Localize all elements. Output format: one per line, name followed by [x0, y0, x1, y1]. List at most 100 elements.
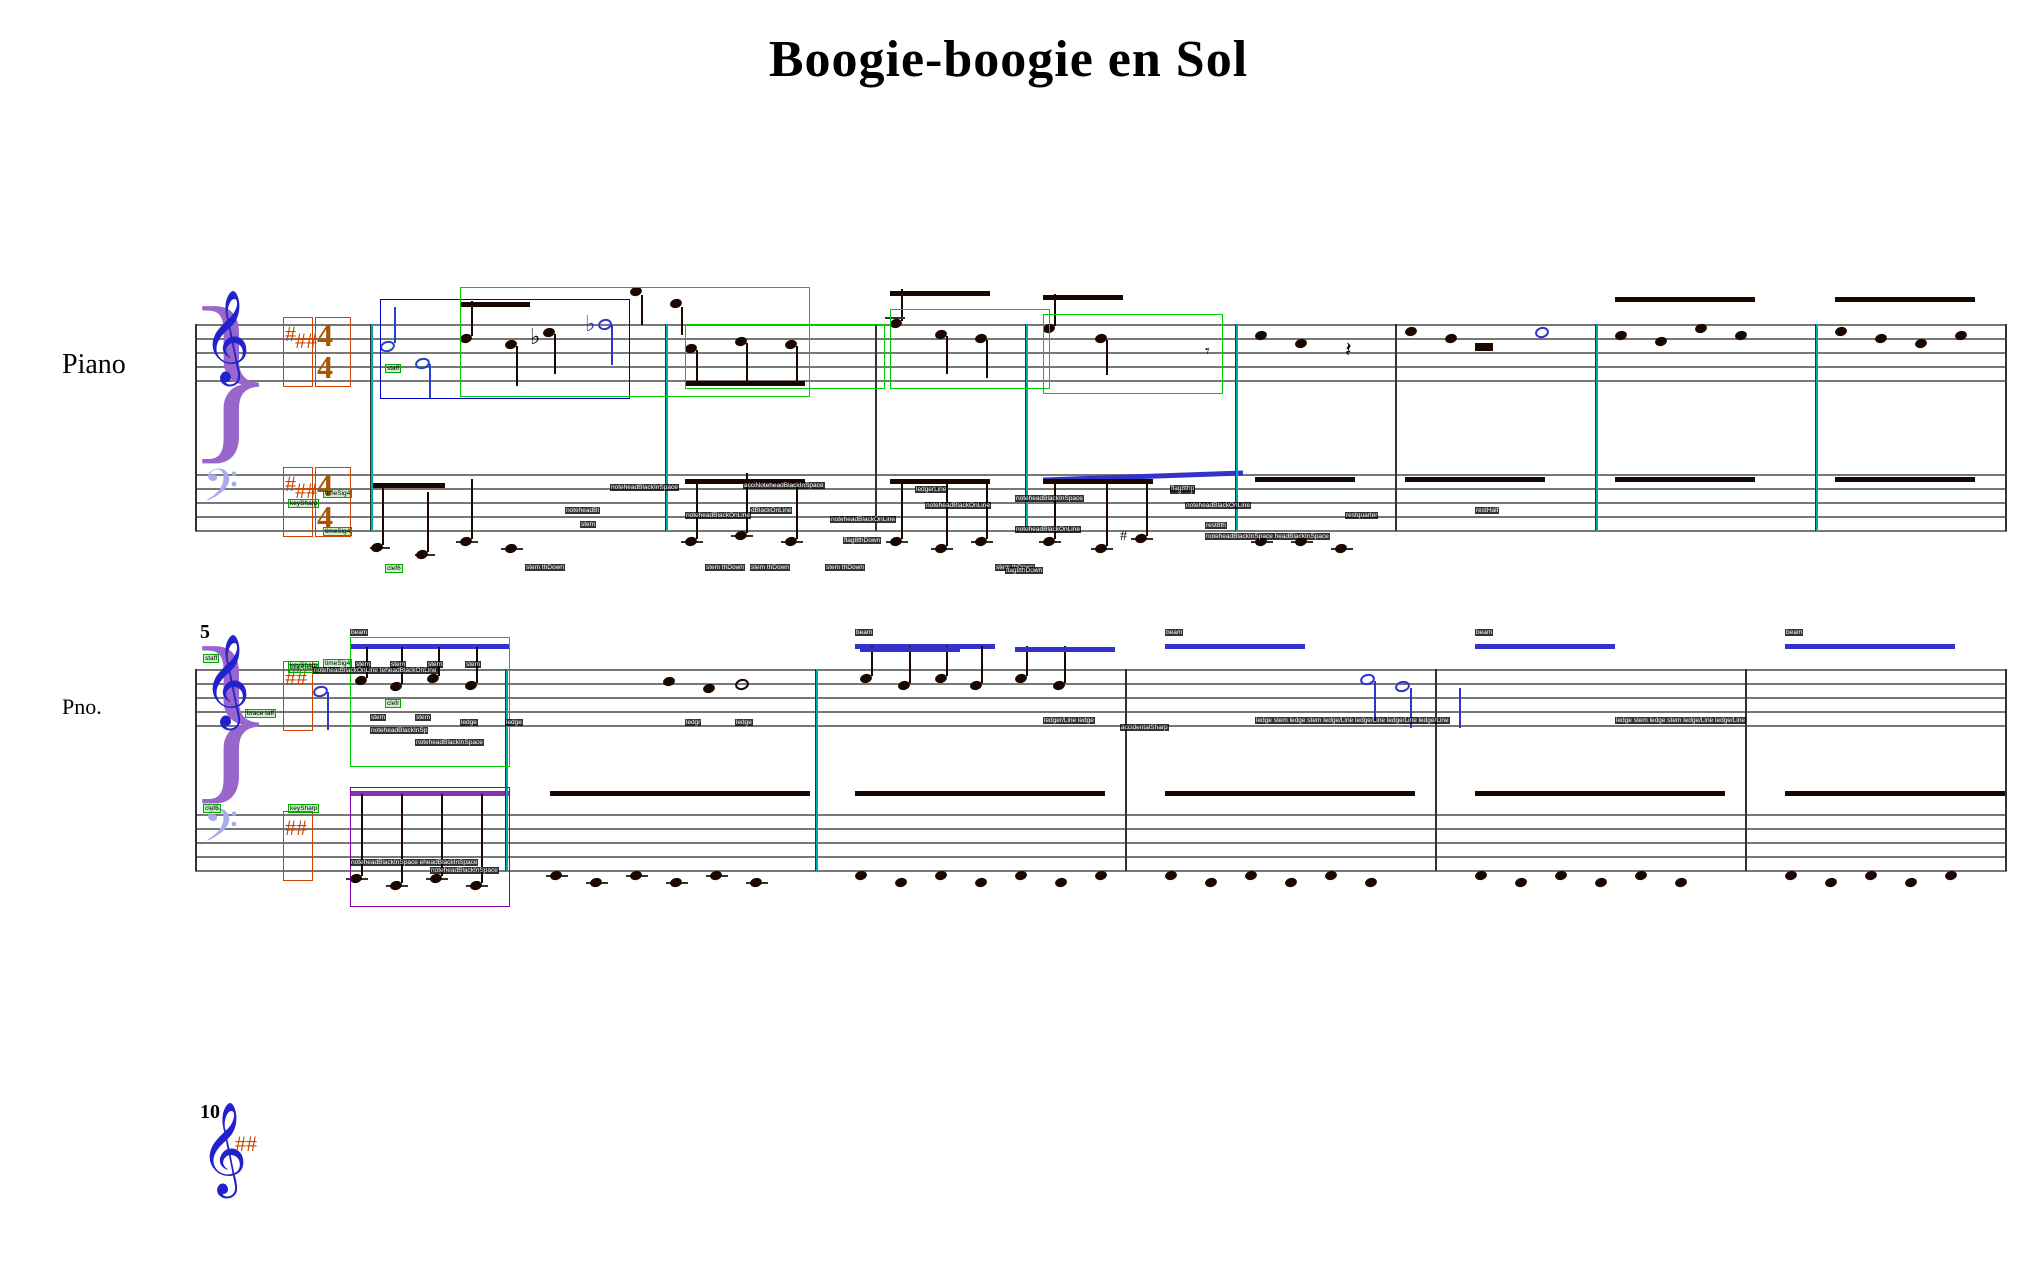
lbl-resthalf: restHalf	[1475, 507, 1499, 514]
s2-nh-b-25	[1514, 877, 1528, 889]
beam-s2-b1	[350, 791, 510, 796]
s2-nh-b-3	[429, 873, 443, 885]
beam-b8	[1835, 477, 1975, 482]
barline-s2-4	[1435, 669, 1437, 871]
notehead-b5-1	[1042, 536, 1056, 548]
notehead-b4-2	[934, 543, 948, 555]
s2-nh-b-4	[469, 880, 483, 892]
s2-nh-b-20	[1244, 870, 1258, 882]
lbl-bass-many1: ledge stem ledge stem ledge/Line ledge/L…	[1255, 717, 1450, 724]
staff-group-1: 𝄞 𝄢 # ## # ## 44 44	[195, 269, 2007, 609]
s2-nh-b-7	[629, 870, 643, 882]
lbl-staff: staff	[385, 364, 401, 373]
beam-t2-1	[685, 381, 805, 386]
lbl-notehead-bl: noteheadBl	[565, 507, 600, 514]
beam-s2-m8	[1015, 647, 1115, 652]
treble-clef-1: 𝄞	[203, 297, 250, 377]
s2-nh-b-16	[1054, 877, 1068, 889]
s2-lbl-nhbis2: noteheadBlackInSpace	[430, 867, 499, 874]
s2-nh-b-19	[1204, 877, 1218, 889]
s2-nh-b-5	[549, 870, 563, 882]
system-3: 10 𝄞 ##	[0, 1099, 400, 1199]
s2-nh-b-33	[1904, 877, 1918, 889]
beam-s2-t3	[1165, 644, 1305, 649]
stem-b4-2	[946, 484, 948, 546]
start-barline	[195, 324, 197, 531]
s2-nh-b-22	[1324, 870, 1338, 882]
s2-nh-b-32	[1864, 870, 1878, 882]
lbl-bass-many2: ledge stem ledge stem ledge/Line ledge/L…	[1615, 717, 1746, 724]
lbl-clef6: clef6	[385, 564, 403, 573]
barline-cyan-7	[1596, 324, 1598, 531]
lbl-nhbol2: noteheadBlackOnLine	[830, 516, 896, 523]
lbl-timesig4-bot: timeSig4	[323, 527, 352, 536]
s2-stem-t-10	[981, 646, 983, 683]
s2-nh-b-6	[589, 877, 603, 889]
barline-cyan-5	[1236, 324, 1238, 531]
stem-b1-1	[382, 484, 384, 545]
lbl-stem-bass1: stem	[370, 714, 386, 721]
lbl-brace-taff: brace taff	[245, 709, 276, 718]
lbl-ledgr-bass: ledgr	[685, 719, 701, 726]
barline-cyan-8	[1816, 324, 1818, 531]
s2-lbl-staff: staff	[203, 654, 219, 663]
notehead-b4-1	[889, 536, 903, 548]
s2-lbl-beam3: beam	[1165, 629, 1183, 636]
s2-nh-b-13	[934, 870, 948, 882]
s2-nh-b-24	[1474, 870, 1488, 882]
stem-t3-3	[986, 340, 988, 378]
s2-nh-b-30	[1784, 870, 1798, 882]
beam-s2-t4	[1475, 644, 1615, 649]
stem-t4-2	[1106, 340, 1108, 375]
s2-nh-b-1	[349, 873, 363, 885]
beam-s2-m7	[860, 647, 960, 652]
notehead-b3-1	[684, 536, 698, 548]
notehead-b1-1	[370, 542, 384, 554]
barline-3	[875, 324, 877, 531]
s2-lbl-beam5: beam	[1785, 629, 1803, 636]
s2-nh-b-10	[749, 877, 763, 889]
stem-high-1	[641, 295, 643, 325]
flat-acc-blue: ♭	[585, 311, 595, 337]
lbl-stem-bass2: stem	[415, 714, 431, 721]
s2-nh-b-18	[1164, 870, 1178, 882]
page: Boogie-boogie en Sol Piano }	[0, 0, 2017, 1249]
page-title: Boogie-boogie en Sol	[0, 0, 2017, 109]
s2-nh-b-11	[854, 870, 868, 882]
beam-b4	[1043, 479, 1153, 484]
stem-t1-6	[611, 325, 613, 365]
s2-stem-blue-end-3	[1459, 688, 1461, 728]
lbl-keysharp: keySharp	[288, 499, 319, 508]
beam-b5	[1255, 477, 1355, 482]
notehead-b5-3	[1134, 533, 1148, 545]
stem-b4-1	[901, 479, 903, 539]
notehead-b3-3	[784, 536, 798, 548]
beam-s2-b2	[550, 791, 810, 796]
rest-t-1: 𝄾	[1205, 341, 1210, 362]
lbl-ledge-bass3: ledge	[735, 719, 753, 726]
beam-s1-2	[890, 291, 990, 296]
instrument-label: Piano	[62, 349, 126, 381]
stem-b5-2	[1106, 484, 1108, 546]
barline-s2-cyan-1	[506, 669, 508, 871]
stem-t2-1	[696, 350, 698, 385]
stem-t1-5	[554, 334, 556, 374]
stem-b2-1	[471, 479, 473, 539]
stem-b5-3	[1146, 479, 1148, 536]
s2-nh-b-17	[1094, 870, 1108, 882]
barline-s2-5	[1745, 669, 1747, 871]
s2-lbl-stem4: stem	[465, 661, 481, 668]
s2-nh-b-28	[1634, 870, 1648, 882]
s2-stem-blue-end-1	[1374, 681, 1376, 721]
stem-t3-2	[946, 336, 948, 374]
barline-s2-end	[2005, 669, 2007, 871]
sharp-acc-bass: #	[1120, 529, 1127, 545]
lbl-stem-thdown-2: stem thDown	[705, 564, 745, 571]
system-1: Piano }	[0, 269, 2017, 619]
lbl-stem-thdown-1: stem thDown	[525, 564, 565, 571]
lbl-nhbol5: noteheadBlackOnLine	[1185, 502, 1251, 509]
barline-cyan-1	[371, 324, 373, 531]
beam-s2-b4	[1165, 791, 1415, 796]
lbl-ledgerline: ledgerLine	[915, 486, 947, 493]
s2-nh-b-23	[1364, 877, 1378, 889]
